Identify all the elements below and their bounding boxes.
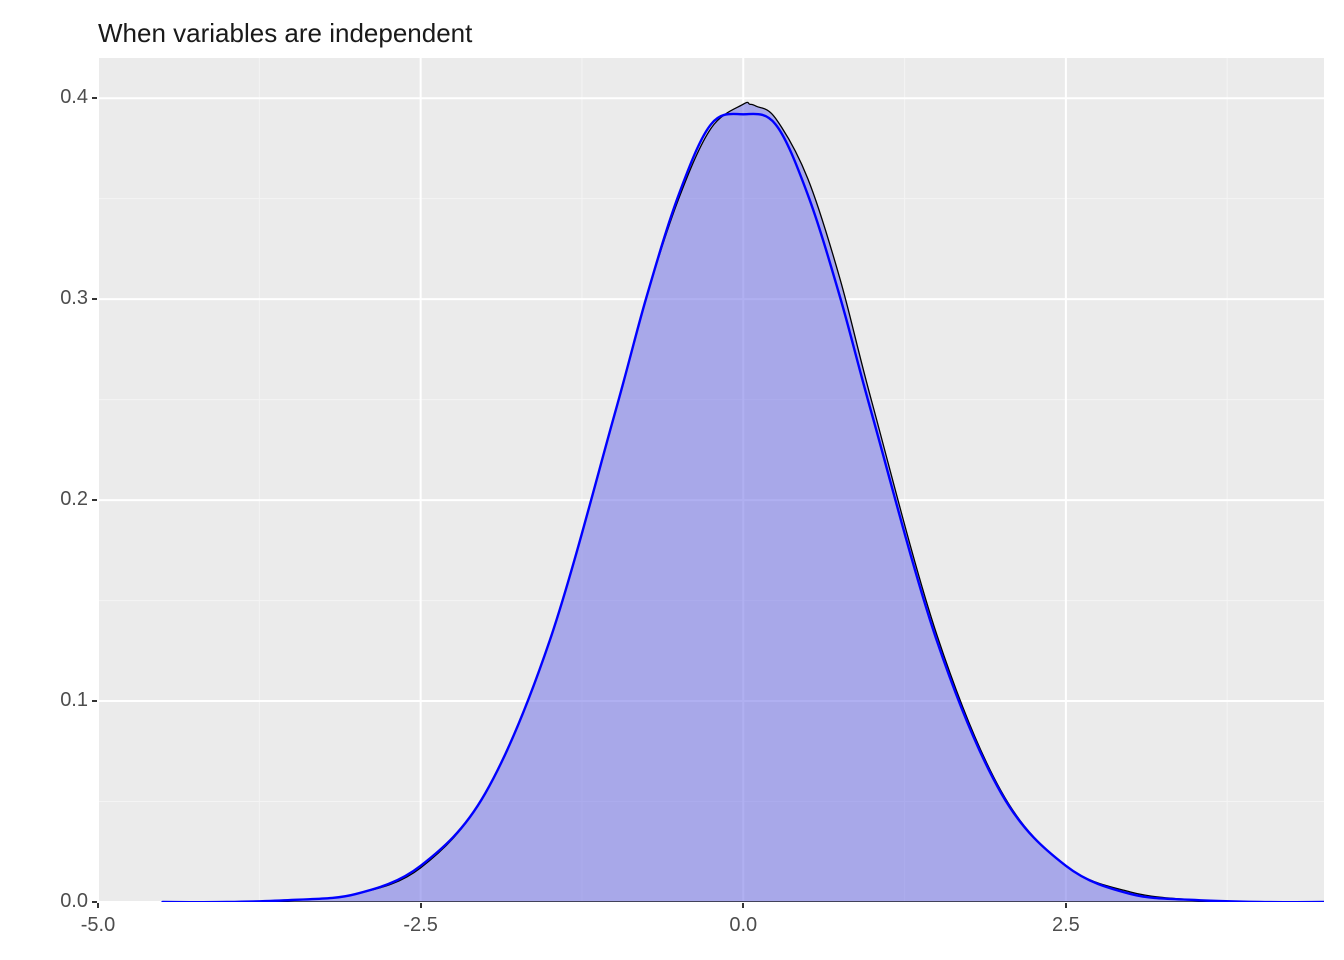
y-tick-label: 0.4	[38, 86, 88, 109]
y-tick-label: 0.3	[38, 287, 88, 310]
y-tick-mark	[92, 700, 97, 702]
chart-title: When variables are independent	[98, 18, 472, 49]
x-tick-label: -5.0	[81, 914, 115, 937]
x-tick-mark	[420, 903, 422, 908]
x-tick-label: 2.5	[1052, 914, 1080, 937]
x-tick-mark	[1065, 903, 1067, 908]
y-tick-label: 0.1	[38, 689, 88, 712]
chart-container: When variables are independent 0.0 0.1 0.2…	[0, 0, 1344, 960]
y-tick-mark	[92, 298, 97, 300]
x-tick-label: 0.0	[729, 914, 757, 937]
plot-area	[98, 58, 1324, 902]
y-tick-mark	[92, 97, 97, 99]
y-tick-label: 0.0	[38, 890, 88, 913]
empirical-density-area	[163, 102, 1324, 902]
x-tick-mark	[97, 903, 99, 908]
y-tick-mark	[92, 499, 97, 501]
x-tick-label: -2.5	[403, 914, 437, 937]
y-tick-label: 0.2	[38, 488, 88, 511]
plot-svg	[98, 58, 1324, 902]
x-tick-mark	[742, 903, 744, 908]
